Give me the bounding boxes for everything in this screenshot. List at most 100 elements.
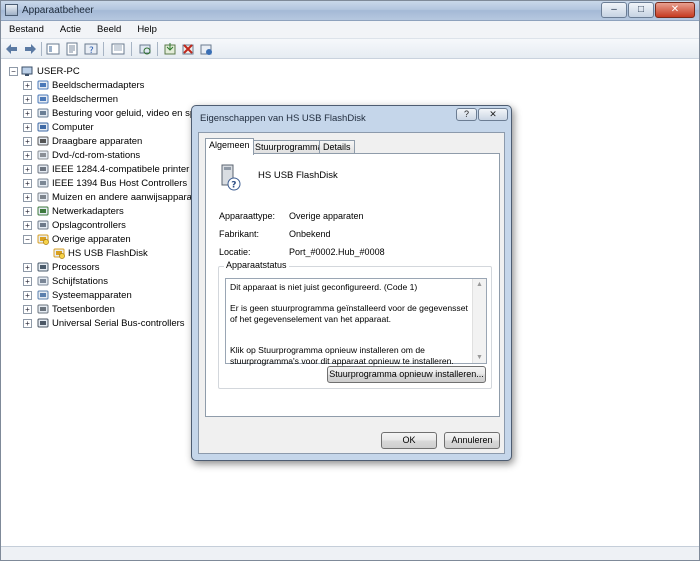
network-icon — [37, 206, 49, 216]
expand-icon[interactable]: + — [23, 319, 32, 328]
expand-icon[interactable]: + — [23, 207, 32, 216]
cancel-button[interactable]: Annuleren — [444, 432, 500, 449]
window-title: Apparaatbeheer — [22, 5, 94, 16]
device-manager-icon — [5, 4, 18, 16]
unknown-device-icon: ? — [221, 164, 241, 191]
help-icon[interactable]: ? — [84, 42, 98, 56]
manufacturer-label: Fabrikant: — [219, 229, 260, 239]
tab-panel-general: ? HS USB FlashDisk Apparaattype: Overige… — [205, 153, 500, 417]
expand-icon[interactable]: + — [23, 81, 32, 90]
unknown-device-icon — [37, 234, 49, 245]
device-status-title: Apparaatstatus — [224, 260, 289, 270]
processor-icon — [37, 262, 49, 272]
system-icon — [37, 290, 49, 300]
status-scrollbar[interactable]: ▲ ▼ — [472, 279, 486, 363]
expand-icon[interactable]: + — [23, 221, 32, 230]
cdrom-icon — [37, 150, 49, 160]
menu-actie[interactable]: Actie — [52, 21, 89, 38]
show-hidden-icon[interactable] — [111, 42, 125, 56]
portable-device-icon — [37, 136, 49, 146]
toolbar-separator — [131, 42, 132, 56]
firewire-icon — [37, 178, 49, 188]
device-type-label: Apparaattype: — [219, 211, 276, 221]
scan-hardware-icon[interactable] — [138, 42, 152, 56]
view-tree-icon[interactable] — [46, 42, 60, 56]
title-bar[interactable]: Apparaatbeheer – □ ✕ — [1, 1, 699, 21]
expand-icon[interactable]: + — [23, 291, 32, 300]
reinstall-driver-button[interactable]: Stuurprogramma opnieuw installeren... — [327, 366, 486, 383]
expand-icon[interactable]: + — [23, 123, 32, 132]
maximize-button[interactable]: □ — [628, 2, 654, 18]
tree-item-label: Processors — [52, 262, 100, 273]
forward-arrow-icon[interactable] — [23, 42, 37, 56]
device-status-textbox[interactable]: Dit apparaat is niet juist geconfigureer… — [225, 278, 487, 366]
menu-help[interactable]: Help — [129, 21, 165, 38]
tree-item-label: Beeldschermadapters — [52, 80, 145, 91]
uninstall-icon[interactable] — [181, 42, 195, 56]
expand-icon[interactable]: + — [23, 179, 32, 188]
status-bar — [1, 546, 699, 560]
computer-icon — [21, 66, 33, 76]
svg-text:?: ? — [89, 46, 94, 56]
mouse-icon — [37, 192, 49, 202]
tab-details[interactable]: Details — [319, 140, 355, 154]
back-arrow-icon[interactable] — [5, 42, 19, 56]
tree-item-label: Besturing voor geluid, video en spe — [52, 108, 201, 119]
device-status-group: Apparaatstatus Dit apparaat is niet juis… — [218, 260, 492, 389]
device-type-value: Overige apparaten — [289, 211, 364, 221]
menu-bar: Bestand Actie Beeld Help — [1, 21, 699, 39]
expand-icon[interactable]: + — [23, 165, 32, 174]
location-value: Port_#0002.Hub_#0008 — [289, 247, 385, 257]
properties-dialog: Eigenschappen van HS USB FlashDisk ? ✕ A… — [191, 105, 512, 461]
close-window-button[interactable]: ✕ — [655, 2, 695, 18]
tree-item-label: Systeemapparaten — [52, 290, 132, 301]
tree-item-label: IEEE 1394 Bus Host Controllers — [52, 178, 188, 189]
expand-icon[interactable]: + — [23, 263, 32, 272]
expand-icon[interactable]: + — [23, 137, 32, 146]
toolbar-separator — [41, 42, 42, 56]
monitor-icon — [37, 94, 49, 104]
menu-bestand[interactable]: Bestand — [1, 21, 52, 38]
storage-icon — [37, 220, 49, 230]
collapse-icon[interactable]: − — [23, 235, 32, 244]
tree-item-label: Universal Serial Bus-controllers — [52, 318, 185, 329]
collapse-icon[interactable]: − — [9, 67, 18, 76]
scroll-down-icon[interactable]: ▼ — [476, 354, 483, 361]
update-driver-icon[interactable] — [163, 42, 177, 56]
svg-text:?: ? — [231, 181, 236, 191]
expand-icon[interactable]: + — [23, 193, 32, 202]
tree-item-label: IEEE 1284.4-compatibele printer — [52, 164, 190, 175]
printer-icon — [37, 164, 49, 174]
window-controls: – □ ✕ — [600, 2, 695, 19]
properties-icon[interactable] — [65, 42, 79, 56]
toolbar-separator — [103, 42, 104, 56]
speaker-icon — [37, 108, 49, 118]
disable-device-icon[interactable] — [199, 42, 213, 56]
tree-item-label: HS USB FlashDisk — [68, 248, 148, 259]
expand-icon[interactable]: + — [23, 95, 32, 104]
tree-root-label: USER-PC — [37, 66, 80, 77]
tab-stuurprogramma[interactable]: Stuurprogramma — [251, 140, 327, 154]
minimize-button[interactable]: – — [601, 2, 627, 18]
expand-icon[interactable]: + — [23, 109, 32, 118]
menu-beeld[interactable]: Beeld — [89, 21, 129, 38]
scroll-up-icon[interactable]: ▲ — [476, 281, 483, 288]
keyboard-icon — [37, 304, 49, 314]
disk-icon — [37, 276, 49, 286]
expand-icon[interactable]: + — [23, 305, 32, 314]
dialog-body: Algemeen Stuurprogramma Details ? HS USB… — [198, 132, 505, 454]
expand-icon[interactable]: + — [23, 151, 32, 160]
ok-button[interactable]: OK — [381, 432, 437, 449]
tree-item-label: Computer — [52, 122, 94, 133]
dialog-close-button[interactable]: ✕ — [478, 108, 508, 121]
tree-item-label: Dvd-/cd-rom-stations — [52, 150, 141, 161]
tree-item-label: Opslagcontrollers — [52, 220, 126, 231]
tree-item-label: Beeldschermen — [52, 94, 119, 105]
tree-item-label: Draagbare apparaten — [52, 136, 143, 147]
toolbar-separator — [157, 42, 158, 56]
dialog-help-button[interactable]: ? — [456, 108, 477, 121]
tab-algemeen[interactable]: Algemeen — [205, 138, 254, 155]
location-label: Locatie: — [219, 247, 251, 257]
expand-icon[interactable]: + — [23, 277, 32, 286]
monitor-icon — [37, 80, 49, 90]
